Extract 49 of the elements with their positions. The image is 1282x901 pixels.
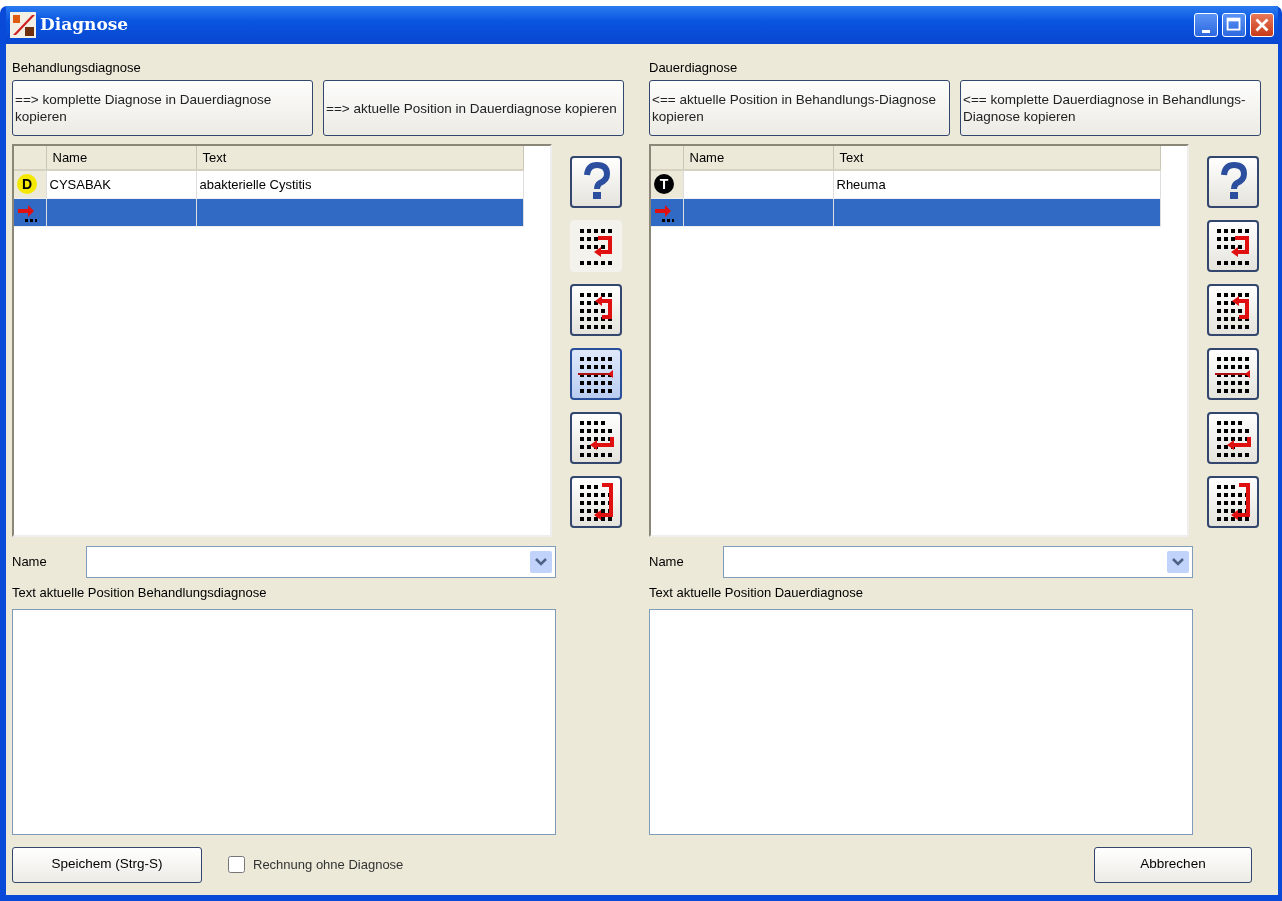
name-combobox[interactable] [86, 546, 556, 578]
section-label: Dauerdiagnose [649, 59, 739, 76]
column-header: Name [46, 146, 196, 170]
toolbar-button[interactable] [1207, 412, 1259, 464]
app-logo-icon [10, 12, 36, 38]
toolbar-button[interactable] [570, 220, 622, 272]
table-cell: CYSABAK [49, 176, 111, 192]
checkbox-label: Rechnung ohne Diagnose [253, 855, 404, 874]
field-label: Name [649, 553, 685, 572]
toolbar-button[interactable] [570, 284, 622, 336]
maximize-button[interactable] [1222, 13, 1246, 37]
table-row[interactable]: T Rheuma [651, 170, 1161, 198]
table-cell: Rheuma [836, 176, 886, 192]
table-cell: abakterielle Cystitis [199, 176, 312, 192]
column-header: Text [833, 146, 1161, 170]
copy-button[interactable]: ==> komplette Diagnose in Dauerdiagnose kopieren [12, 80, 313, 136]
row-badge: T [654, 174, 674, 195]
toolbar-button[interactable] [1207, 476, 1259, 528]
copy-button[interactable]: ==> aktuelle Position in Dauerdiagnose kopieren [323, 80, 624, 136]
window-title: Diagnose [40, 13, 129, 37]
toolbar-button[interactable] [570, 476, 622, 528]
close-button[interactable] [1250, 13, 1274, 37]
toolbar-button[interactable] [1207, 220, 1259, 272]
field-label: Text aktuelle Position Dauerdiagnose [649, 584, 864, 602]
minimize-button[interactable] [1194, 13, 1218, 37]
minimize-icon [1202, 30, 1210, 34]
section-label: Behandlungsdiagnose [12, 59, 142, 76]
field-label: Text aktuelle Position Behandlungsdiagnose [12, 584, 268, 602]
table-row[interactable]: D CYSABAK abakterielle Cystitis [14, 170, 524, 198]
field-label: Name [12, 553, 48, 572]
table-row[interactable] [651, 198, 1161, 226]
cancel-button[interactable]: Abbrechen [1094, 846, 1252, 883]
row-badge: D [17, 174, 37, 195]
toolbar-button[interactable] [1207, 348, 1259, 400]
copy-button[interactable]: <== komplette Dauerdiagnose in Behandlungs-Diagnose kopieren [960, 80, 1261, 136]
column-header: Name [683, 146, 833, 170]
name-combobox[interactable] [723, 546, 1193, 578]
help-button[interactable] [1207, 156, 1259, 208]
copy-button[interactable]: <== aktuelle Position in Behandlungs-Diagnose kopieren [649, 80, 950, 136]
help-button[interactable] [570, 156, 622, 208]
toolbar-button[interactable] [570, 412, 622, 464]
toolbar-button[interactable] [1207, 284, 1259, 336]
checkbox[interactable] [228, 856, 245, 873]
column-header: Text [196, 146, 524, 170]
dropdown-icon [1172, 557, 1184, 567]
toolbar-button[interactable] [570, 348, 622, 400]
save-button[interactable]: Speichem (Strg-S) [12, 846, 202, 883]
dropdown-icon [535, 557, 547, 567]
table-row[interactable] [14, 198, 524, 226]
